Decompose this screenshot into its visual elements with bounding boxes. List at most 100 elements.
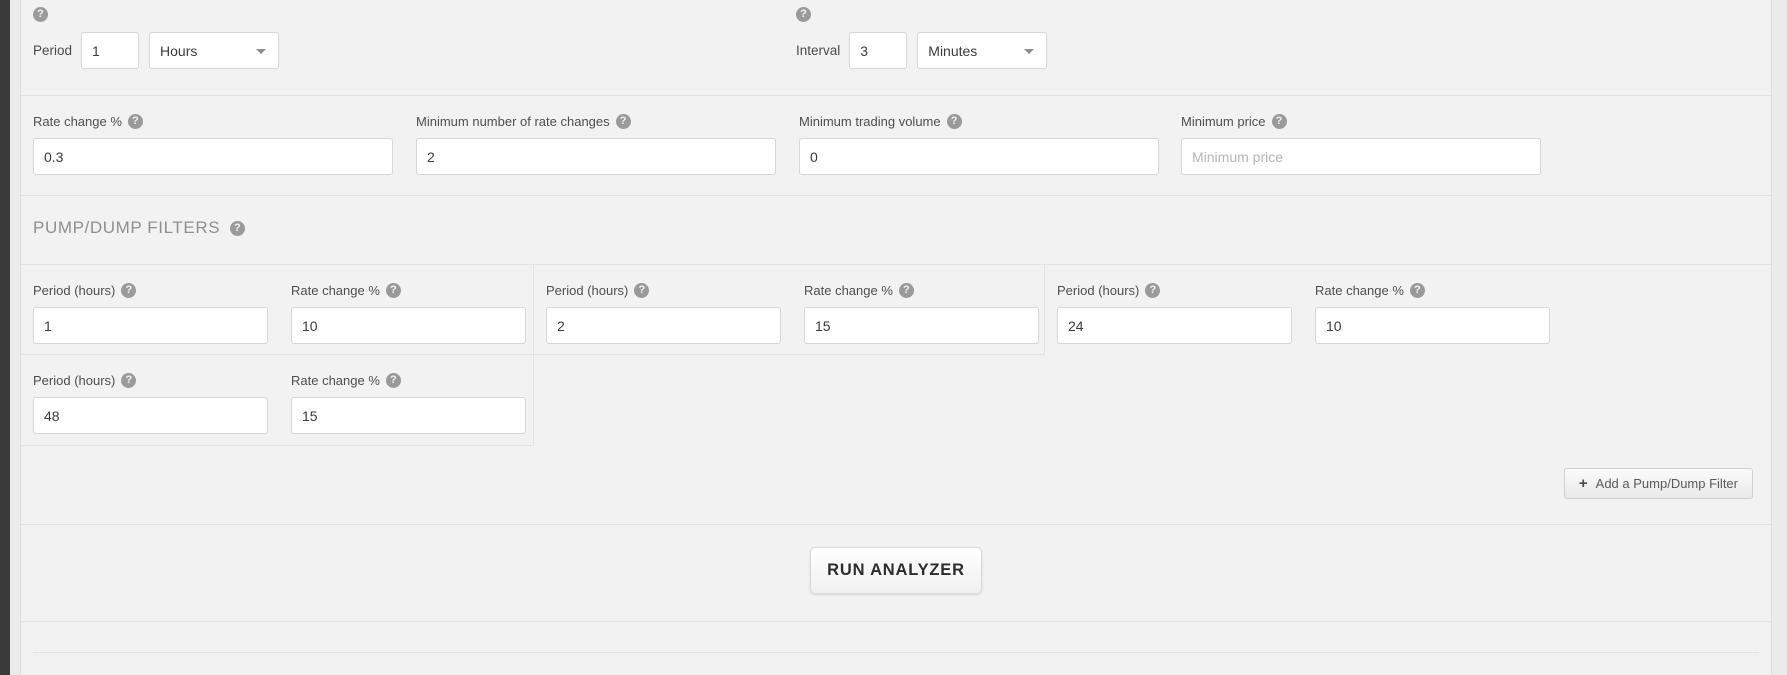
period-unit-select[interactable]: Hours [149,32,280,69]
field-min-rate-changes-label-wrap: Minimum number of rate changes ? [416,114,776,129]
run-analyzer-button[interactable]: RUN ANALYZER [810,547,982,594]
interval-help-icon[interactable]: ? [796,7,811,22]
pump-dump-section-title-wrap: PUMP/DUMP FILTERS ? [33,218,246,238]
add-pump-dump-filter-button[interactable]: + Add a Pump/Dump Filter [1563,468,1753,499]
pd3-period-label-wrap: Period (hours) ? [1057,283,1292,298]
pump-dump-filter-group: Period (hours) ? Rate change % ? [33,265,533,356]
pd4-rate-label-wrap: Rate change % ? [291,373,526,388]
analyzer-settings-card: ? Period Hours ? Interval Minutes [20,0,1772,675]
field-min-price-label-wrap: Minimum price ? [1181,114,1541,129]
pd1-rate-help-icon[interactable]: ? [385,283,401,298]
footer-divider [33,652,1759,653]
pd3-period-help-icon[interactable]: ? [1145,283,1161,298]
period-interval-row: ? Period Hours ? Interval Minutes [21,0,1771,96]
pd1-period-field: Period (hours) ? [33,283,268,344]
run-analyzer-label: RUN ANALYZER [827,561,965,579]
pd2-rate-help-icon[interactable]: ? [898,283,914,298]
add-filter-row: + Add a Pump/Dump Filter [21,446,1771,524]
pd3-rate-help-icon[interactable]: ? [1409,283,1425,298]
field-min-trading-volume-label: Minimum trading volume [799,114,941,129]
min-rate-changes-help-icon[interactable]: ? [615,114,631,129]
field-min-price: Minimum price ? [1181,114,1541,175]
min-rate-changes-input[interactable] [416,138,776,175]
pd4-period-label: Period (hours) [33,373,116,388]
min-trading-volume-help-icon[interactable]: ? [946,114,962,129]
criteria-fields-row: Rate change % ? Minimum number of rate c… [21,96,1771,196]
min-price-input[interactable] [1181,138,1541,175]
interval-unit-value: Minutes [928,42,978,59]
pd3-rate-label: Rate change % [1315,283,1404,298]
pd4-period-help-icon[interactable]: ? [121,373,137,388]
card-footer-row [21,621,1771,661]
pump-dump-group-divider [533,355,534,446]
period-label: Period [33,43,73,58]
pd2-period-help-icon[interactable]: ? [634,283,650,298]
pump-dump-header-row: PUMP/DUMP FILTERS ? [21,196,1771,264]
field-min-price-label: Minimum price [1181,114,1266,129]
pd4-period-input[interactable] [33,397,268,434]
field-rate-change-label: Rate change % [33,114,122,129]
add-pump-dump-filter-label: Add a Pump/Dump Filter [1595,476,1738,491]
interval-unit-select[interactable]: Minutes [917,32,1048,69]
pd1-period-help-icon[interactable]: ? [121,283,137,298]
chevron-down-icon [1024,48,1035,54]
pump-dump-group-divider [1044,265,1045,356]
pd2-period-label-wrap: Period (hours) ? [546,283,781,298]
rate-change-help-icon[interactable]: ? [127,114,143,129]
pd3-rate-label-wrap: Rate change % ? [1315,283,1550,298]
pd3-period-input[interactable] [1057,307,1292,344]
pd2-rate-field: Rate change % ? [804,283,1039,344]
pd1-rate-label: Rate change % [291,283,380,298]
period-help-icon[interactable]: ? [33,7,48,22]
pd4-rate-help-icon[interactable]: ? [385,373,401,388]
pd1-rate-field: Rate change % ? [291,283,526,344]
pump-dump-filter-group: Period (hours) ? Rate change % ? [33,355,533,446]
pump-dump-group-divider [533,265,534,356]
pd1-period-label-wrap: Period (hours) ? [33,283,268,298]
pump-dump-section-title: PUMP/DUMP FILTERS [33,218,221,237]
period-value-input[interactable] [81,32,140,69]
pd4-period-label-wrap: Period (hours) ? [33,373,268,388]
app-viewport: ? Period Hours ? Interval Minutes [0,0,1787,675]
rate-change-input[interactable] [33,138,393,175]
run-analyzer-row: RUN ANALYZER [21,524,1771,621]
pd4-rate-label: Rate change % [291,373,380,388]
field-rate-change-label-wrap: Rate change % ? [33,114,393,129]
pd1-period-input[interactable] [33,307,268,344]
field-min-trading-volume: Minimum trading volume ? [799,114,1159,175]
pump-dump-filter-group: Period (hours) ? Rate change % ? [546,265,1046,356]
pd4-period-field: Period (hours) ? [33,373,268,434]
pd3-rate-field: Rate change % ? [1315,283,1550,344]
page-left-gutter [0,0,10,675]
pd2-period-input[interactable] [546,307,781,344]
min-trading-volume-input[interactable] [799,138,1159,175]
pd4-rate-input[interactable] [291,397,526,434]
pd3-period-field: Period (hours) ? [1057,283,1292,344]
pd1-rate-input[interactable] [291,307,526,344]
pd3-period-label: Period (hours) [1057,283,1140,298]
pd2-rate-label: Rate change % [804,283,893,298]
pd1-rate-label-wrap: Rate change % ? [291,283,526,298]
chevron-down-icon [256,48,267,54]
pd3-rate-input[interactable] [1315,307,1550,344]
field-rate-change: Rate change % ? [33,114,393,175]
period-group: ? Period Hours [33,7,280,69]
pd1-period-label: Period (hours) [33,283,116,298]
field-min-rate-changes: Minimum number of rate changes ? [416,114,776,175]
pump-dump-row-2: Period (hours) ? Rate change % ? [21,355,1771,446]
pd4-rate-field: Rate change % ? [291,373,526,434]
interval-label: Interval [796,43,841,58]
pd2-period-label: Period (hours) [546,283,629,298]
plus-icon: + [1578,475,1588,492]
pump-dump-help-icon[interactable]: ? [230,220,246,236]
min-price-help-icon[interactable]: ? [1271,114,1287,129]
pump-dump-filter-group: Period (hours) ? Rate change % ? [1057,265,1557,356]
pd2-rate-input[interactable] [804,307,1039,344]
period-unit-value: Hours [160,42,198,59]
pd2-period-field: Period (hours) ? [546,283,781,344]
pd2-rate-label-wrap: Rate change % ? [804,283,1039,298]
field-min-trading-volume-label-wrap: Minimum trading volume ? [799,114,1159,129]
field-min-rate-changes-label: Minimum number of rate changes [416,114,610,129]
interval-value-input[interactable] [849,32,908,69]
interval-group: ? Interval Minutes [796,7,1048,69]
